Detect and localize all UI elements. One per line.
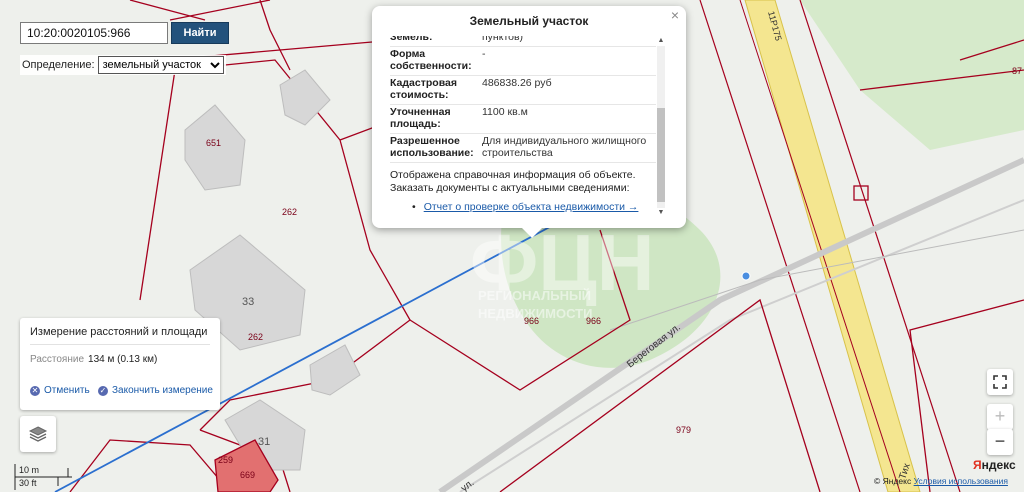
parcel-label-966b: 966 [586, 316, 601, 326]
check-icon: ✓ [98, 385, 108, 396]
measure-distance: Расстояние 134 м (0.13 км) [30, 354, 157, 365]
parcel-label-651: 651 [206, 138, 221, 148]
copyright: © Яндекс Условия использования [874, 476, 1008, 486]
layers-icon [28, 426, 48, 442]
zoom-in-button[interactable]: + [987, 404, 1013, 430]
finish-label: Закончить измерение [112, 385, 213, 396]
measure-point[interactable] [741, 271, 751, 281]
attribute-value: пунктов) [482, 36, 524, 43]
cancel-measure-button[interactable]: ✕ Отменить [30, 385, 90, 396]
fullscreen-button[interactable] [987, 369, 1013, 395]
measure-divider [30, 344, 210, 345]
scroll-down-icon[interactable]: ▼ [656, 208, 666, 218]
attribute-key: Уточненная площадь: [390, 106, 451, 130]
fullscreen-icon [993, 375, 1007, 389]
attribute-row: Земель: пунктов) [390, 36, 656, 47]
attribute-table: Земель: пунктов) Форма собственности: - Када… [390, 36, 656, 163]
zoom-out-button[interactable]: − [987, 429, 1013, 455]
definition-row: Определение: земельный участок [20, 55, 226, 75]
close-icon[interactable]: × [671, 7, 679, 23]
cadastral-search-input[interactable] [20, 22, 168, 44]
yandex-logo: Яндекс [973, 458, 1016, 472]
attribute-key: Разрешенное использование: [390, 135, 474, 159]
distance-value: 134 м (0.13 км) [88, 354, 158, 365]
attribute-key: Земель: [390, 36, 433, 43]
scroll-thumb[interactable] [657, 108, 665, 202]
parcel-info-popup: Земельный участок × Земель: пунктов) Форма… [372, 6, 686, 238]
parcel-label-966a: 966 [524, 316, 539, 326]
cancel-icon: ✕ [30, 385, 40, 396]
attribute-row: Кадастровая стоимость: 486838.26 руб [390, 76, 656, 105]
attribute-value: - [482, 48, 486, 60]
attribute-key: Форма собственности: [390, 48, 472, 72]
attribute-value: Для индивидуального жилищного строительс… [482, 135, 647, 159]
attribute-row: Уточненная площадь: 1100 кв.м [390, 105, 656, 134]
parcel-label-262b: 262 [248, 332, 263, 342]
attribute-value: 486838.26 руб [482, 77, 552, 89]
property-check-report-link[interactable]: Отчет о проверке объекта недвижимости → [412, 201, 658, 213]
logo-first: Я [973, 458, 982, 472]
popup-pointer [522, 228, 542, 238]
measure-panel: Измерение расстояний и площади Расстояни… [20, 318, 220, 410]
find-button[interactable]: Найти [171, 22, 229, 44]
copyright-prefix: © Яндекс [874, 476, 912, 486]
attribute-key: Кадастровая стоимость: [390, 77, 457, 101]
scale-metric: 10 m [19, 465, 40, 475]
scale-bar: 10 m 30 ft [14, 464, 74, 490]
parcel-label-262: 262 [282, 207, 297, 217]
definition-label: Определение: [22, 59, 95, 71]
scale-imperial: 30 ft [19, 478, 37, 488]
attribute-row: Форма собственности: - [390, 47, 656, 76]
search-bar: Найти [20, 22, 229, 44]
watermark-sub1: РЕГИОНАЛЬНЫЙ [478, 288, 591, 303]
attribute-row: Разрешенное использование: Для индивидуал… [390, 134, 656, 163]
definition-select[interactable]: земельный участок [97, 56, 224, 74]
cancel-label: Отменить [44, 385, 90, 396]
popup-scrollbar[interactable]: ▲ ▼ [656, 36, 666, 218]
parcel-label-259: 259 [218, 455, 233, 465]
scroll-up-icon[interactable]: ▲ [656, 36, 666, 46]
distance-label: Расстояние [30, 354, 85, 365]
finish-measure-button[interactable]: ✓ Закончить измерение [98, 385, 213, 396]
popup-body: Земель: пунктов) Форма собственности: - Када… [390, 36, 658, 218]
parcel-label-979: 979 [676, 425, 691, 435]
popup-note: Отображена справочная информация об объе… [390, 169, 636, 194]
terms-link[interactable]: Условия использования [914, 476, 1008, 486]
building-label-31: 31 [258, 436, 270, 448]
logo-rest: ндекс [981, 458, 1016, 472]
green-area-top-right [800, 0, 1024, 150]
layers-button[interactable] [20, 416, 56, 452]
parcel-label-669: 669 [240, 470, 255, 480]
parcel-label-87: 87 [1012, 66, 1022, 76]
attribute-value: 1100 кв.м [482, 106, 528, 118]
buildings [184, 69, 361, 471]
building-label-33: 33 [242, 296, 254, 308]
popup-title: Земельный участок [469, 14, 589, 28]
measure-title: Измерение расстояний и площади [30, 326, 208, 338]
